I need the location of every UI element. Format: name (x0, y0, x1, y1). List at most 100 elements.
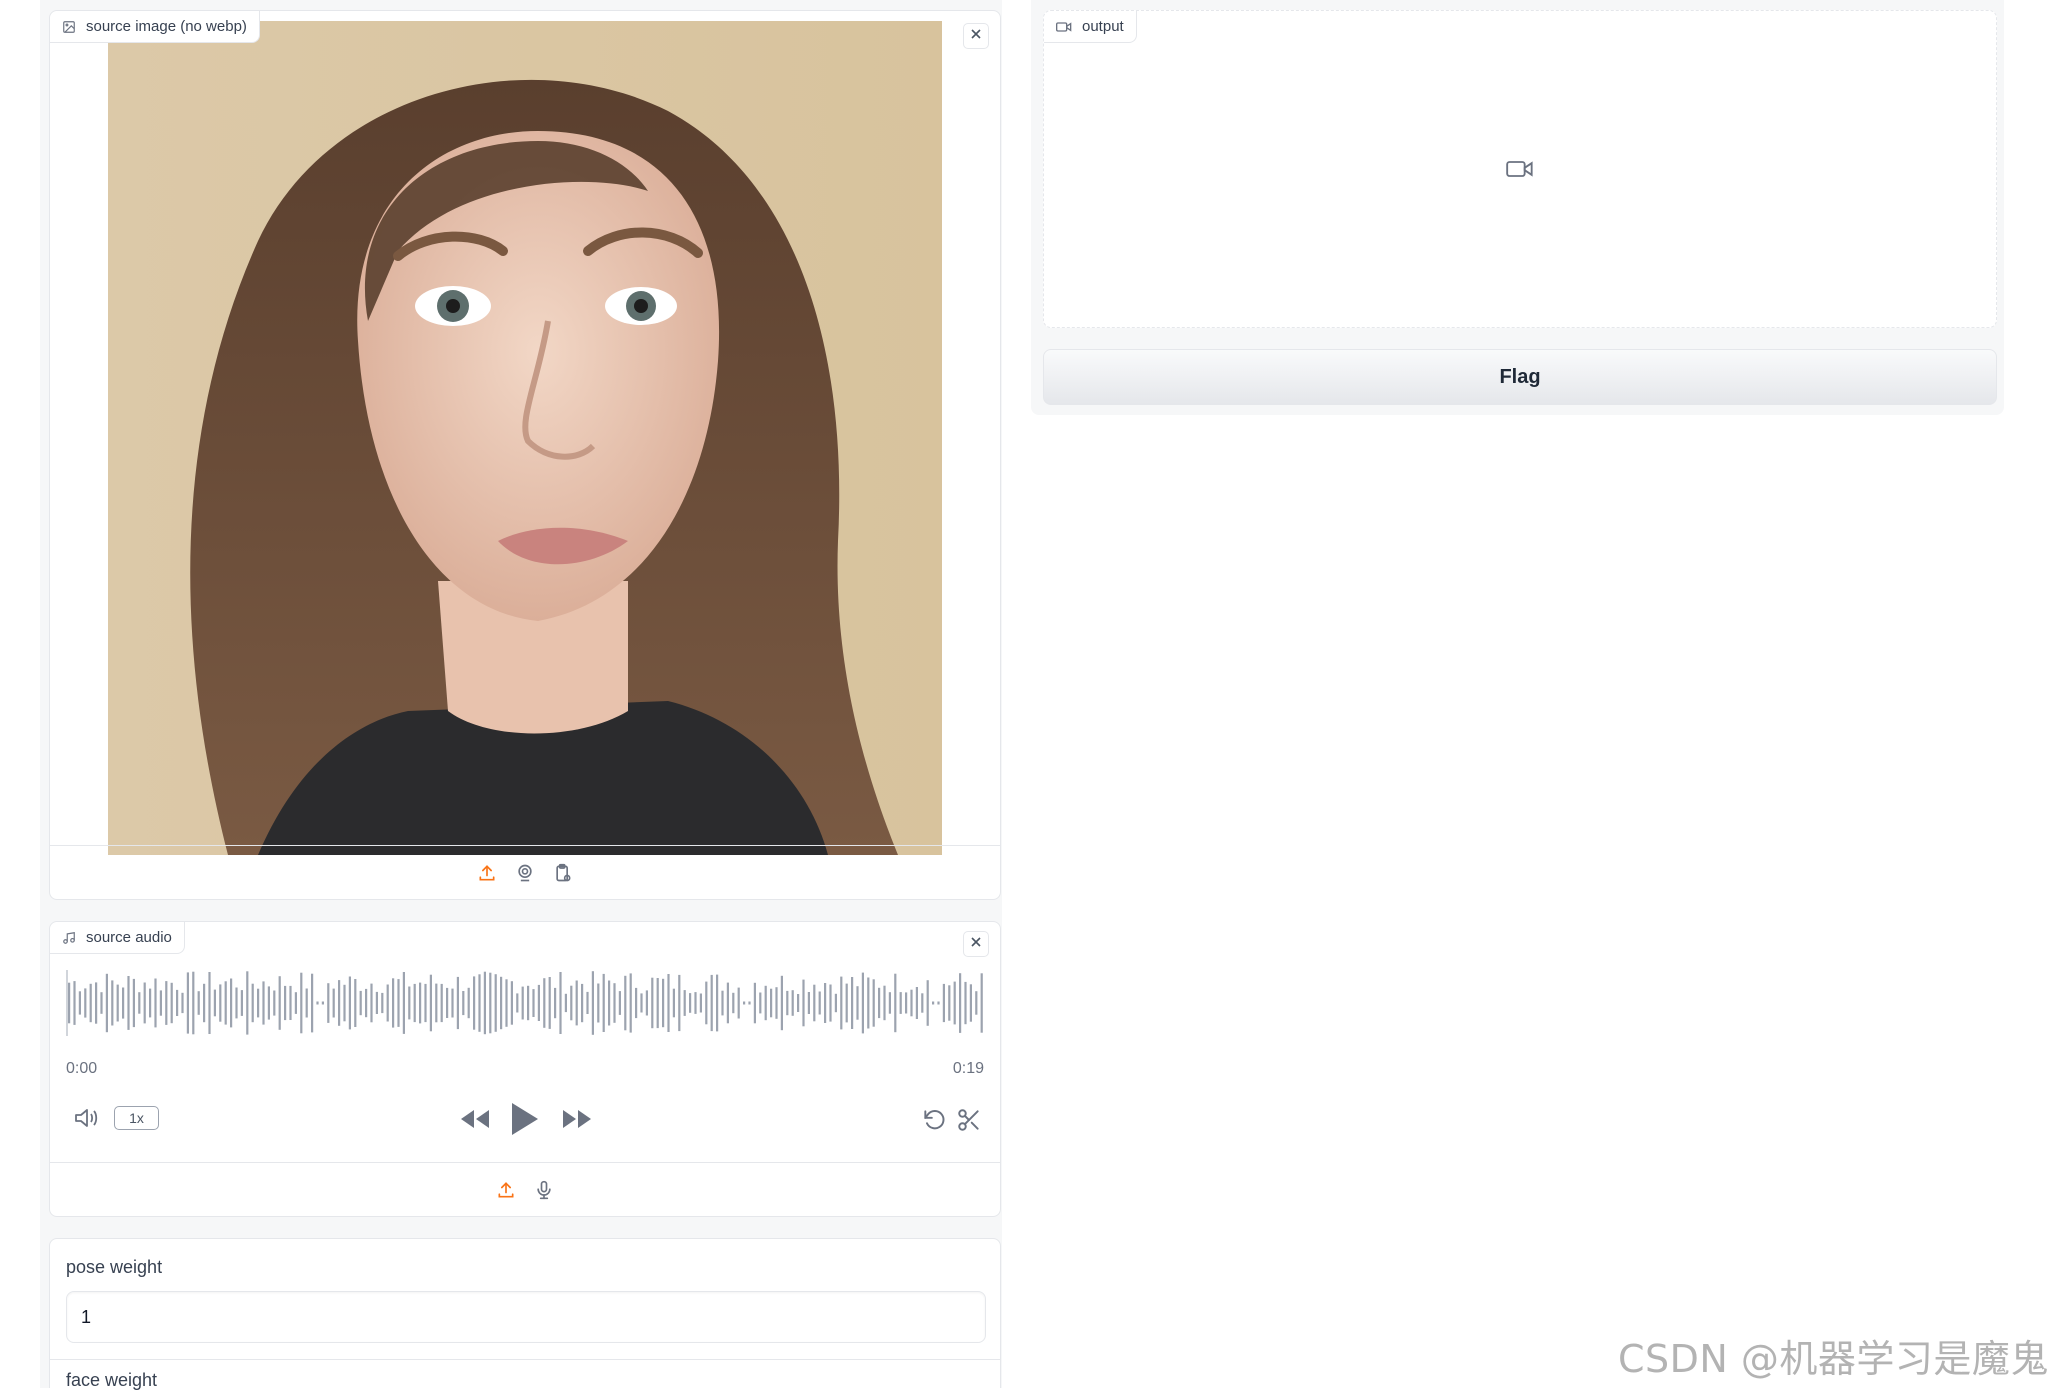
waveform-bar (716, 974, 719, 1032)
clipboard-icon[interactable] (551, 861, 575, 885)
waveform-bar (95, 982, 98, 1024)
waveform-bar (305, 988, 308, 1018)
waveform-bar (84, 988, 87, 1018)
waveform-bar (111, 980, 114, 1026)
waveform-bar (845, 983, 848, 1023)
audio-waveform[interactable] (66, 968, 986, 1038)
waveform-bar (851, 977, 854, 1029)
waveform-bar (710, 974, 713, 1032)
current-time: 0:00 (66, 1060, 98, 1077)
waveform-bar (743, 1001, 746, 1005)
clear-image-button[interactable] (963, 23, 989, 49)
waveform-bar (824, 983, 827, 1023)
waveform-bar (581, 983, 584, 1023)
waveform-bar (392, 978, 395, 1028)
waveform-bar (68, 982, 71, 1024)
waveform-bar (570, 985, 573, 1021)
waveform-bar (662, 978, 665, 1028)
waveform-bar (176, 989, 179, 1016)
waveform-bar (186, 972, 189, 1034)
waveform-bar (975, 991, 978, 1015)
source-audio-panel: source audio 0:00 0:19 1x (49, 921, 1001, 1217)
waveform-bar (597, 983, 600, 1023)
waveform-bar (311, 973, 314, 1033)
waveform-bar (397, 979, 400, 1027)
source-image-preview (108, 21, 942, 855)
waveform-bar (856, 986, 859, 1020)
waveform-bar (230, 978, 233, 1028)
webcam-icon[interactable] (513, 861, 537, 885)
waveform-bar (273, 990, 276, 1016)
waveform-bar (753, 982, 756, 1024)
waveform-bar (284, 985, 287, 1021)
waveform-bar (419, 982, 422, 1024)
upload-icon[interactable] (475, 861, 499, 885)
output-label: output (1082, 18, 1124, 35)
play-icon[interactable] (508, 1100, 542, 1138)
waveform-bar (327, 983, 330, 1023)
waveform-bar (759, 992, 762, 1014)
waveform-bar (721, 990, 724, 1016)
playback-speed-button[interactable]: 1x (114, 1106, 159, 1130)
waveform-bar (240, 990, 243, 1016)
waveform-bar (694, 992, 697, 1014)
waveform-bar (802, 979, 805, 1027)
waveform-bar (278, 976, 281, 1030)
waveform-bar (791, 990, 794, 1016)
waveform-bar (651, 977, 654, 1029)
waveform-bar (294, 992, 297, 1014)
waveform-bar (888, 992, 891, 1014)
reset-icon[interactable] (920, 1106, 948, 1134)
waveform-bar (953, 981, 956, 1025)
waveform-bar (446, 987, 449, 1018)
waveform-bar (462, 991, 465, 1016)
waveform-bar (915, 987, 918, 1019)
pose-weight-input[interactable] (66, 1291, 986, 1343)
waveform-bar (932, 1001, 935, 1005)
waveform-bar (969, 984, 972, 1022)
rewind-icon[interactable] (458, 1106, 492, 1132)
upload-icon[interactable] (494, 1178, 518, 1202)
waveform-bar (818, 991, 821, 1015)
waveform-bar (424, 983, 427, 1023)
waveform-bar (602, 973, 605, 1032)
trim-icon[interactable] (955, 1106, 983, 1134)
waveform-bar (116, 984, 119, 1022)
waveform-bar (683, 990, 686, 1016)
source-image-label-tag: source image (no webp) (50, 11, 260, 43)
waveform-bar (775, 987, 778, 1019)
waveform-bar (338, 980, 341, 1026)
waveform-bar (937, 1001, 940, 1005)
waveform-bar (667, 974, 670, 1032)
waveform-bar (386, 984, 389, 1022)
waveform-bar (726, 982, 729, 1024)
audio-source-toolbar (50, 1162, 1000, 1217)
waveform-bar (105, 973, 108, 1033)
waveform-bar (494, 974, 497, 1032)
video-icon (1056, 21, 1072, 33)
close-icon (970, 935, 982, 953)
waveform-bar (219, 984, 222, 1022)
waveform-bar (500, 976, 503, 1030)
playhead[interactable] (66, 970, 68, 1036)
waveform-bar (905, 992, 908, 1014)
waveform-bar (840, 976, 843, 1030)
waveform-bar (872, 979, 875, 1027)
waveform-bar (678, 974, 681, 1032)
waveform-bar (942, 983, 945, 1023)
waveform-bar (516, 993, 519, 1013)
waveform-bar (251, 983, 254, 1023)
face-weight-panel: face weight (49, 1359, 1001, 1390)
microphone-icon[interactable] (532, 1178, 556, 1202)
volume-icon[interactable] (72, 1104, 102, 1132)
waveform-bar (861, 972, 864, 1034)
waveform-bar (635, 987, 638, 1019)
waveform-bar (629, 973, 632, 1033)
fast-forward-icon[interactable] (560, 1106, 594, 1132)
clear-audio-button[interactable] (963, 931, 989, 957)
waveform-bar (564, 993, 567, 1013)
waveform-bar (413, 983, 416, 1023)
waveform-bar (699, 993, 702, 1013)
waveform-bar (705, 981, 708, 1025)
flag-button[interactable]: Flag (1043, 349, 1997, 405)
